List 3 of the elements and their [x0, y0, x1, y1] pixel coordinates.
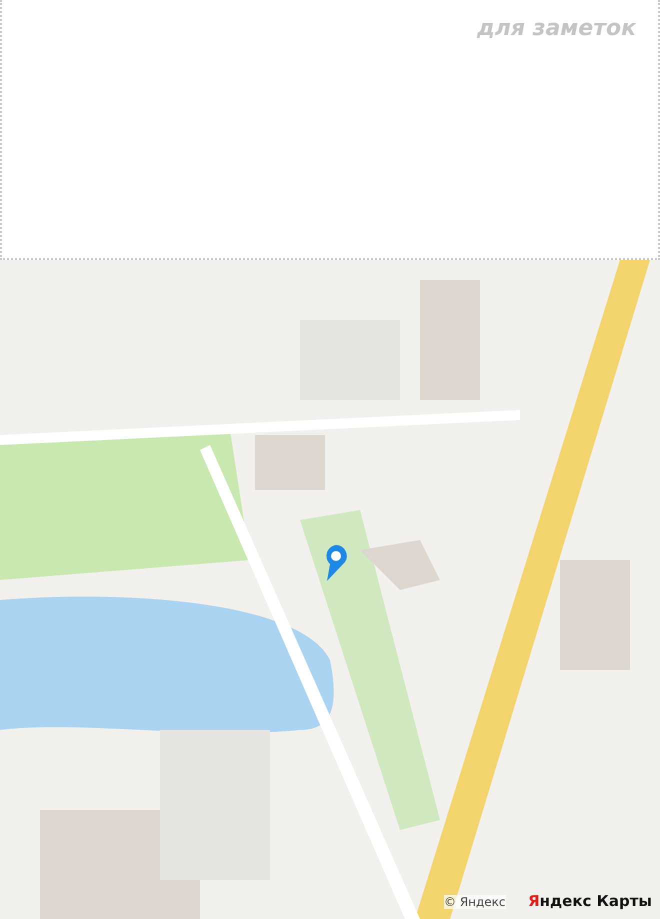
notes-field[interactable]: для заметок — [0, 0, 660, 260]
map-logo: Яндекс Карты — [528, 892, 652, 910]
copyright-text: © Яндекс — [444, 895, 506, 909]
